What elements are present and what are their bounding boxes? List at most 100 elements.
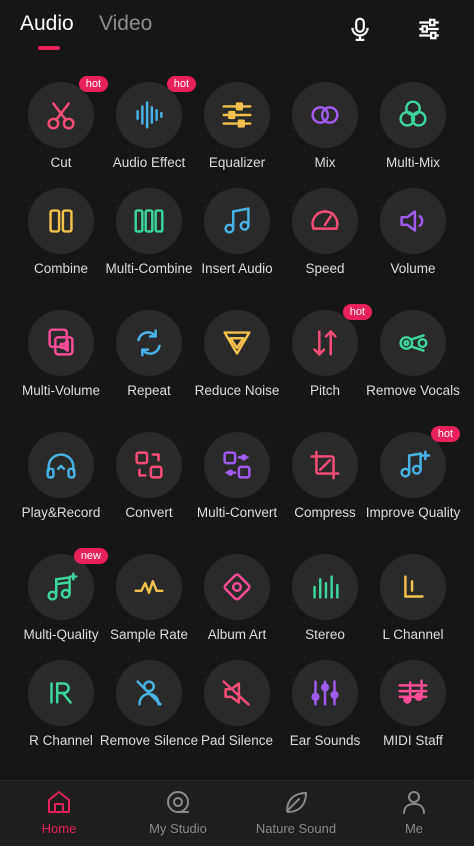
tool-r-channel[interactable]: R Channel: [13, 660, 109, 749]
remove-vocals-icon: [394, 324, 432, 362]
remove-silence-icon: [130, 674, 168, 712]
tool-label: Combine: [33, 261, 89, 276]
repeat-icon: [130, 324, 168, 362]
tool-label: Multi-Mix: [386, 155, 440, 170]
tool-icon-circle[interactable]: [380, 82, 446, 148]
tool-pad-silence[interactable]: Pad Silence: [189, 660, 285, 749]
tool-label: Multi-Volume: [21, 383, 101, 398]
tool-remove-silence[interactable]: Remove Silence: [99, 660, 199, 749]
tool-ear-sounds[interactable]: Ear Sounds: [277, 660, 373, 749]
tool-icon-circle[interactable]: hot: [292, 304, 372, 376]
multi-combine-icon: [130, 202, 168, 240]
badge-hot: hot: [430, 426, 460, 442]
tool-icon-circle[interactable]: [292, 660, 358, 726]
tool-icon-circle[interactable]: [204, 82, 270, 148]
tool-l-channel[interactable]: L Channel: [365, 554, 461, 643]
tool-icon-circle[interactable]: [28, 660, 94, 726]
tool-sample-rate[interactable]: Sample Rate: [101, 554, 197, 643]
tool-volume[interactable]: Volume: [365, 188, 461, 277]
tool-label: Mix: [314, 155, 336, 170]
nav-nature-sound[interactable]: Nature Sound: [246, 787, 346, 836]
tool-label: Pad Silence: [200, 733, 274, 748]
album-art-icon: [218, 568, 256, 606]
tool-improve-quality[interactable]: hot Improve Quality: [365, 426, 461, 521]
tool-icon-circle[interactable]: [116, 310, 182, 376]
tool-icon-circle[interactable]: hot: [28, 76, 108, 148]
mic-icon[interactable]: [345, 14, 375, 44]
waveform-icon: [130, 96, 168, 134]
combine-icon: [42, 202, 80, 240]
tool-label: Play&Record: [21, 505, 101, 520]
sliders-icon[interactable]: [414, 14, 444, 44]
tool-play-record[interactable]: Play&Record: [13, 432, 109, 521]
tool-icon-circle[interactable]: [204, 188, 270, 254]
tab-video[interactable]: Video: [99, 12, 152, 36]
multi-mix-icon: [394, 96, 432, 134]
tool-icon-circle[interactable]: [292, 432, 358, 498]
tool-reduce-noise[interactable]: Reduce Noise: [189, 310, 285, 399]
tool-repeat[interactable]: Repeat: [101, 310, 197, 399]
tool-icon-circle[interactable]: [380, 310, 446, 376]
tab-audio[interactable]: Audio: [20, 12, 74, 36]
tool-speed[interactable]: Speed: [277, 188, 373, 277]
tool-label: Remove Silence: [99, 733, 199, 748]
tool-icon-circle[interactable]: [380, 188, 446, 254]
tool-icon-circle[interactable]: [28, 432, 94, 498]
tool-icon-circle[interactable]: [116, 432, 182, 498]
tool-icon-circle[interactable]: [116, 188, 182, 254]
tool-audio-effect[interactable]: hot Audio Effect: [101, 76, 197, 171]
tool-album-art[interactable]: Album Art: [189, 554, 285, 643]
tool-icon-circle[interactable]: [204, 660, 270, 726]
tool-label: Convert: [125, 505, 173, 520]
tool-icon-circle[interactable]: [204, 310, 270, 376]
tool-stereo[interactable]: Stereo: [277, 554, 373, 643]
tool-multi-quality[interactable]: new Multi-Quality: [13, 548, 109, 643]
scissors-icon: [42, 96, 80, 134]
pitch-icon: [306, 324, 344, 362]
tool-multi-convert[interactable]: Multi-Convert: [189, 432, 285, 521]
funnel-icon: [218, 324, 256, 362]
tool-icon-circle[interactable]: new: [28, 548, 108, 620]
tool-label: Volume: [390, 261, 436, 276]
tool-icon-circle[interactable]: [116, 554, 182, 620]
tool-multi-volume[interactable]: Multi-Volume: [13, 310, 109, 399]
tool-label: Repeat: [127, 383, 171, 398]
tool-insert-audio[interactable]: Insert Audio: [189, 188, 285, 277]
tool-label: Multi-Quality: [23, 627, 99, 642]
tool-mix[interactable]: Mix: [277, 82, 373, 171]
tool-icon-circle[interactable]: [292, 82, 358, 148]
tool-icon-circle[interactable]: [116, 660, 182, 726]
tool-multi-combine[interactable]: Multi-Combine: [101, 188, 197, 277]
tool-remove-vocals[interactable]: Remove Vocals: [365, 310, 461, 399]
tool-icon-circle[interactable]: hot: [380, 426, 460, 498]
music-notes-icon: [218, 202, 256, 240]
tool-icon-circle[interactable]: [380, 660, 446, 726]
multi-quality-icon: [42, 568, 80, 606]
tool-icon-circle[interactable]: [28, 310, 94, 376]
tool-equalizer[interactable]: Equalizer: [189, 82, 285, 171]
tool-icon-circle[interactable]: [204, 554, 270, 620]
tool-icon-circle[interactable]: hot: [116, 76, 196, 148]
tool-icon-circle[interactable]: [292, 554, 358, 620]
bottom-nav: Home My Studio Nature Sound Me: [0, 780, 474, 846]
tool-label: Album Art: [207, 627, 267, 642]
tool-icon-circle[interactable]: [204, 432, 270, 498]
tool-convert[interactable]: Convert: [101, 432, 197, 521]
tool-label: Audio Effect: [112, 155, 186, 170]
nav-home[interactable]: Home: [9, 787, 109, 836]
tool-compress[interactable]: Compress: [277, 432, 373, 521]
tool-combine[interactable]: Combine: [13, 188, 109, 277]
tool-label: Stereo: [305, 627, 345, 642]
tool-pitch[interactable]: hot Pitch: [277, 304, 373, 399]
tool-multi-mix[interactable]: Multi-Mix: [365, 82, 461, 171]
tool-icon-circle[interactable]: [292, 188, 358, 254]
nav-me[interactable]: Me: [364, 787, 464, 836]
tool-cut[interactable]: hot Cut: [13, 76, 109, 171]
multi-volume-icon: [42, 324, 80, 362]
nav-my-studio[interactable]: My Studio: [128, 787, 228, 836]
tool-icon-circle[interactable]: [28, 188, 94, 254]
tool-label: R Channel: [29, 733, 93, 748]
nav-label: My Studio: [149, 821, 207, 836]
tool-midi-staff[interactable]: MIDI Staff: [365, 660, 461, 749]
tool-icon-circle[interactable]: [380, 554, 446, 620]
